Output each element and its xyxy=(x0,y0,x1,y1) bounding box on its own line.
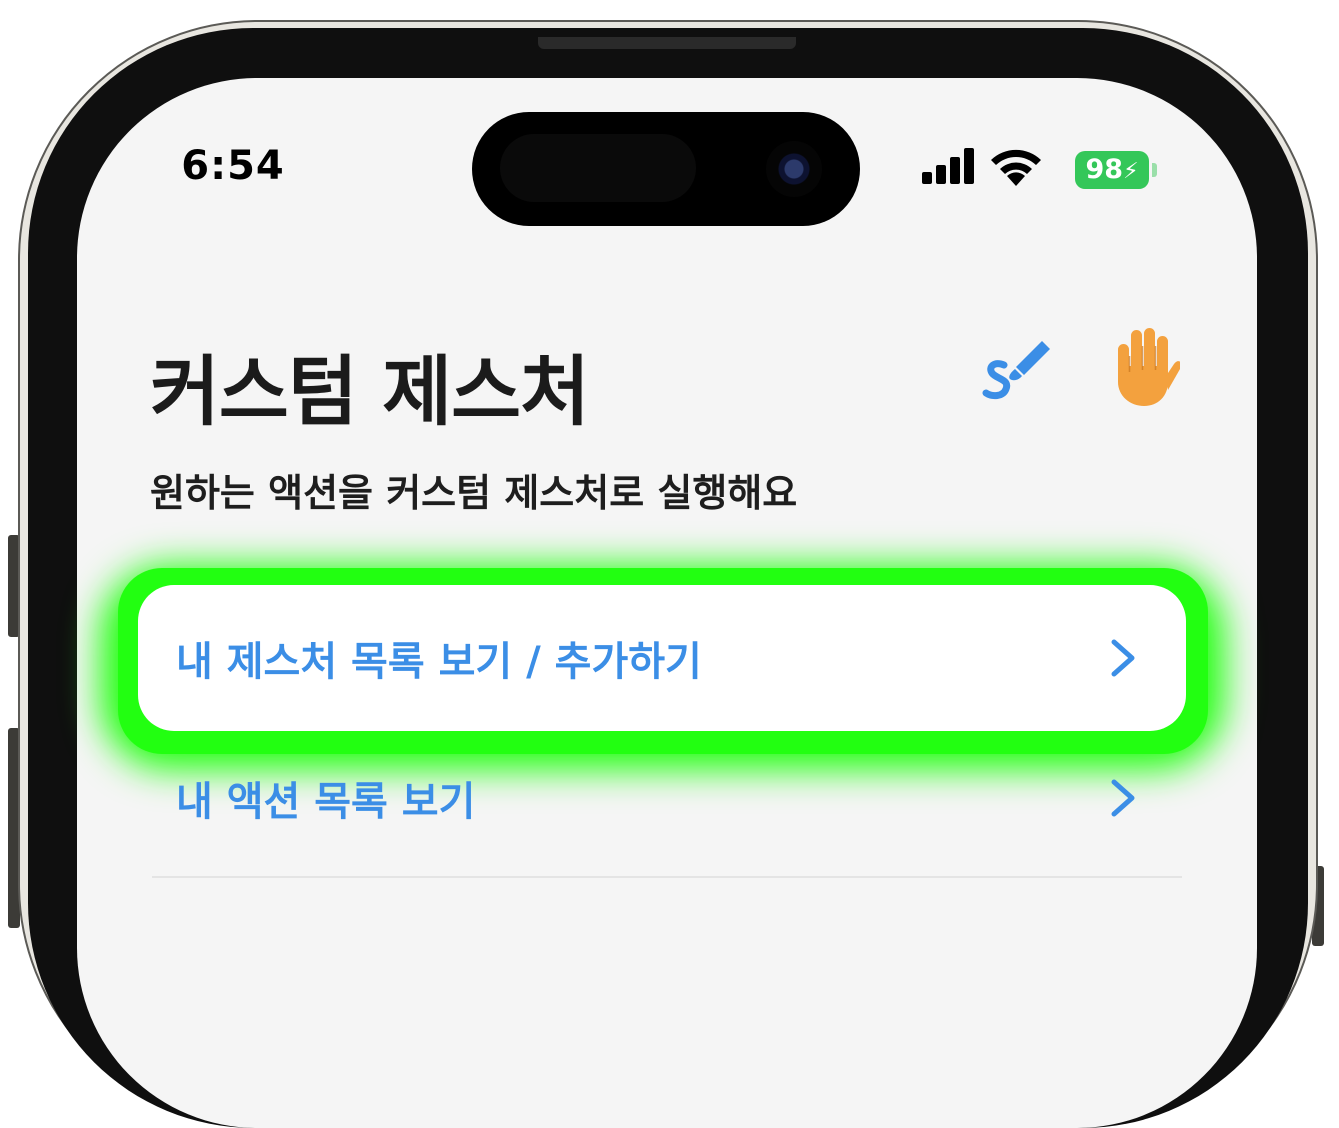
raised-hand-icon[interactable] xyxy=(1108,326,1180,408)
menu-item-label: 내 제스처 목록 보기 / 추가하기 xyxy=(176,639,702,685)
section-divider xyxy=(152,876,1182,878)
face-id-sensor xyxy=(500,134,696,202)
menu-item-action-list[interactable]: 내 액션 목록 보기 xyxy=(138,725,1186,871)
page-title: 커스텀 제스처 xyxy=(150,347,590,436)
dynamic-island xyxy=(472,112,860,226)
camera-icon xyxy=(766,141,822,197)
signal-icon xyxy=(922,148,978,184)
charging-bolt-icon: ⚡ xyxy=(1123,159,1139,184)
menu-item-label: 내 액션 목록 보기 xyxy=(176,779,476,825)
battery-indicator: 98⚡ xyxy=(1075,151,1149,189)
page-subtitle: 원하는 액션을 커스텀 제스처로 실행해요 xyxy=(150,471,798,515)
battery-level: 98 xyxy=(1085,154,1124,185)
chevron-right-icon xyxy=(1111,639,1135,677)
earpiece-slot xyxy=(538,37,796,49)
menu-item-gesture-list[interactable]: 내 제스처 목록 보기 / 추가하기 xyxy=(138,585,1186,731)
chevron-right-icon xyxy=(1111,779,1135,817)
brush-icon[interactable] xyxy=(980,335,1055,405)
battery-tip xyxy=(1152,163,1157,177)
wifi-icon xyxy=(991,149,1041,186)
status-time: 6:54 xyxy=(181,143,285,189)
